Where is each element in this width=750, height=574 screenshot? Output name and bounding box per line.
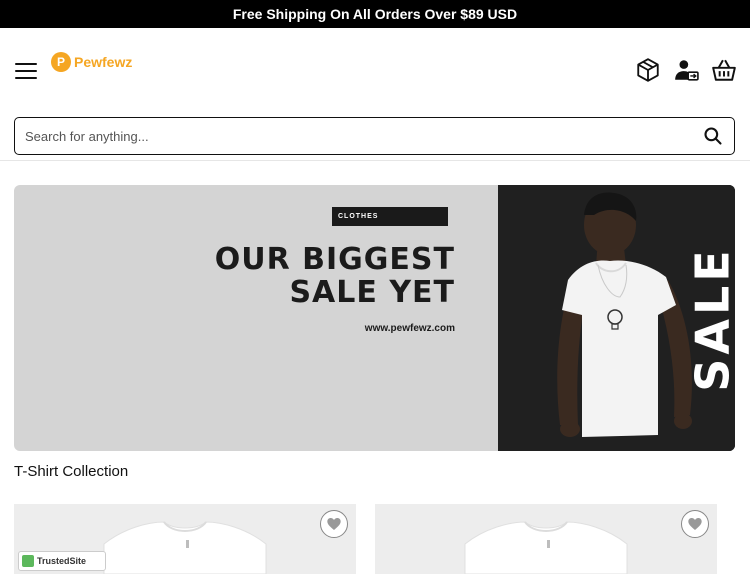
trust-badge-label: TrustedSite — [37, 556, 87, 566]
banner-headline: OUR BIGGEST SALE YET — [155, 243, 455, 309]
site-header: P Pewfewz — [0, 28, 750, 114]
logo-mark: P — [51, 52, 71, 72]
trust-check-icon — [22, 555, 34, 567]
banner-sale-word: SALE — [686, 229, 735, 409]
menu-icon[interactable] — [15, 63, 37, 79]
banner-tag: CLOTHES — [332, 207, 448, 226]
trusted-site-badge[interactable]: TrustedSite — [18, 551, 106, 571]
account-icon[interactable] — [672, 56, 700, 84]
search-icon[interactable] — [702, 125, 724, 147]
wishlist-heart-icon[interactable] — [681, 510, 709, 538]
product-card[interactable] — [375, 504, 717, 574]
banner-model-photo: SALE — [498, 185, 735, 451]
announcement-text: Free Shipping On All Orders Over $89 USD — [232, 6, 518, 22]
product-image — [464, 521, 628, 574]
banner-headline-line1: OUR BIGGEST — [214, 242, 455, 277]
announcement-bar: Free Shipping On All Orders Over $89 USD — [0, 0, 750, 28]
banner-url: www.pewfewz.com — [364, 323, 455, 334]
banner-headline-line2: SALE YET — [289, 275, 455, 310]
box-icon[interactable] — [634, 56, 662, 84]
wishlist-heart-icon[interactable] — [320, 510, 348, 538]
search-bar — [14, 117, 735, 155]
header-icons — [634, 56, 738, 84]
header-divider — [0, 160, 750, 161]
banner-sale-text: SALE — [686, 246, 735, 392]
search-input[interactable] — [25, 128, 702, 144]
section-title: T-Shirt Collection — [14, 463, 129, 480]
logo-text: Pewfewz — [74, 54, 133, 70]
basket-icon[interactable] — [710, 56, 738, 84]
hero-banner[interactable]: CLOTHES OUR BIGGEST SALE YET www.pewfewz… — [14, 185, 735, 451]
site-logo[interactable]: P Pewfewz — [51, 52, 132, 72]
